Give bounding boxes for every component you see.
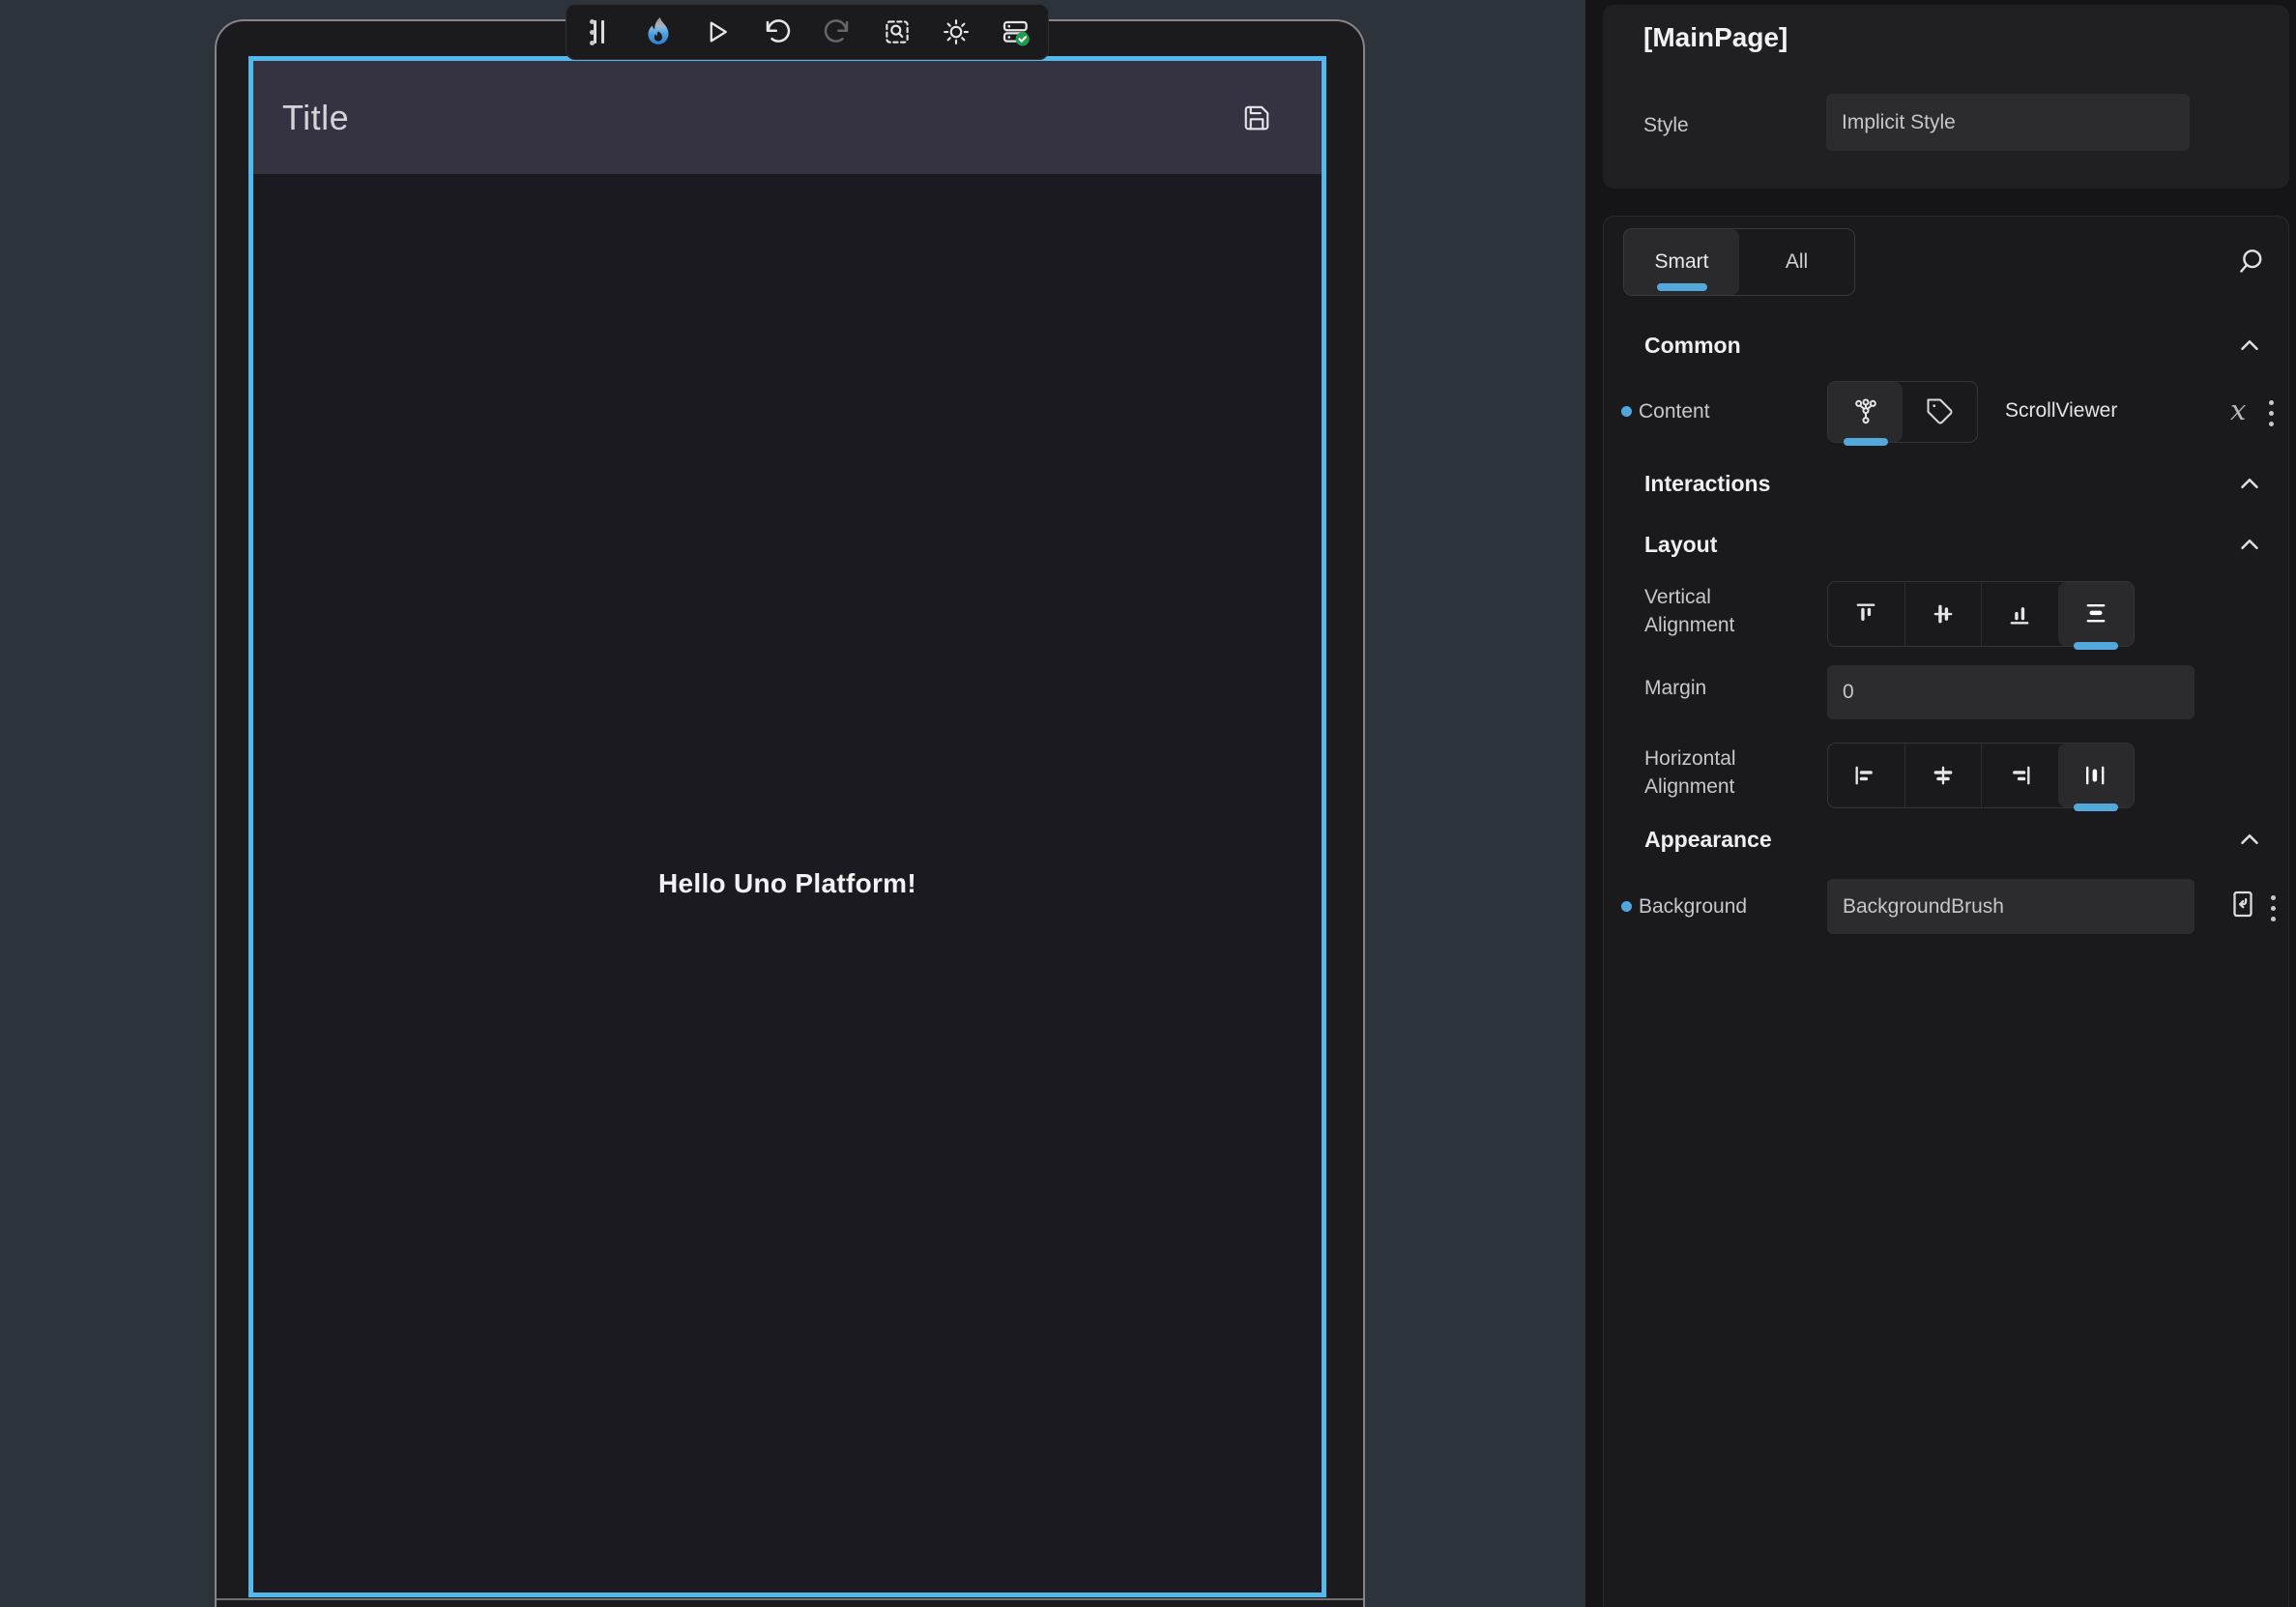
selected-element-card: [MainPage] Style [1603,5,2289,189]
chevron-up-icon [2235,825,2264,854]
vertical-align-top-button[interactable] [1828,582,1904,646]
redo-button[interactable] [821,13,854,51]
horizontal-align-stretch-button[interactable] [2058,744,2135,807]
xaml-markup-icon[interactable]: x [2230,394,2246,426]
play-icon [703,17,732,46]
background-modified-dot [1621,901,1632,912]
section-appearance-title: Appearance [1644,827,1772,853]
theme-toggle-icon [942,17,971,46]
inspect-element-icon [883,17,912,46]
app-titlebar[interactable]: Title [253,61,1322,174]
play-button[interactable] [701,13,734,51]
content-tag-toggle[interactable] [1903,382,1977,442]
hot-design-flame-icon [645,15,672,48]
undo-icon [763,17,792,46]
selected-toggle-indicator [2074,804,2118,811]
vertical-alignment-toggle [1827,581,2135,647]
horizontal-alignment-label: Horizontal Alignment [1644,745,1772,801]
align-left-icon [1851,761,1880,790]
selected-element-name: [MainPage] [1643,22,1787,53]
align-vcenter-icon [1929,599,1958,628]
align-hcenter-icon [1929,761,1958,790]
chevron-up-icon [2235,469,2264,498]
align-top-icon [1851,599,1880,628]
align-right-icon [2005,761,2034,790]
save-button[interactable] [1242,103,1271,132]
chevron-up-icon [2235,530,2264,559]
background-resource-button[interactable] [2226,888,2259,925]
hello-textblock[interactable]: Hello Uno Platform! [658,868,916,899]
background-more-options-button[interactable] [2271,895,2276,921]
margin-input[interactable] [1827,665,2194,719]
connection-status-button[interactable] [1000,13,1032,51]
theme-toggle-button[interactable] [940,13,973,51]
section-interactions-title: Interactions [1644,471,1770,497]
align-bottom-icon [2005,599,2034,628]
content-mode-toggle [1827,381,1978,443]
widget-tree-icon [1850,396,1881,427]
redo-icon [823,17,852,46]
search-icon [2233,245,2268,279]
inspect-element-button[interactable] [881,13,914,51]
hot-design-flame-button[interactable] [642,13,675,51]
vertical-align-bottom-button[interactable] [1981,582,2058,646]
tab-all[interactable]: All [1739,229,1854,295]
background-input[interactable] [1827,879,2194,934]
chevron-up-icon [2235,331,2264,360]
more-options-button[interactable] [582,13,601,51]
frame-bottom-edge [217,1598,1363,1600]
content-widget-tree-toggle[interactable] [1828,382,1903,442]
horizontal-alignment-toggle [1827,743,2135,808]
section-layout-collapse-button[interactable] [2232,530,2267,559]
inspector-panel: [MainPage] Style Smart All [1585,0,2296,1607]
section-interactions-collapse-button[interactable] [2232,469,2267,498]
vertical-align-stretch-button[interactable] [2058,582,2135,646]
undo-button[interactable] [761,13,794,51]
content-value[interactable]: ScrollViewer [2005,399,2117,423]
selected-toggle-indicator [2074,642,2118,650]
content-modified-dot [1621,406,1632,417]
horizontal-align-center-button[interactable] [1904,744,1982,807]
tag-icon [1926,397,1955,426]
align-hstretch-icon [2081,761,2110,790]
app-title: Title [282,98,349,138]
horizontal-align-right-button[interactable] [1981,744,2058,807]
section-common-collapse-button[interactable] [2232,331,2267,360]
style-label: Style [1643,114,1689,137]
tab-smart[interactable]: Smart [1624,229,1739,295]
selected-toggle-indicator [1844,438,1888,446]
section-layout-title: Layout [1644,532,1717,558]
section-appearance-collapse-button[interactable] [2232,825,2267,854]
content-more-options-button[interactable] [2269,400,2274,426]
margin-label: Margin [1644,677,1706,700]
resource-document-icon [2226,888,2259,920]
app-page-content[interactable]: Hello Uno Platform! [253,174,1322,1592]
hot-design-workspace: Title Hello Uno Platform! [0,0,2296,1607]
background-label: Background [1639,895,1747,919]
content-label: Content [1639,400,1710,424]
save-icon [1242,103,1271,132]
align-vstretch-icon [2081,599,2110,628]
search-properties-button[interactable] [2230,242,2271,282]
hot-design-toolbar [566,4,1049,60]
properties-tabstrip: Smart All [1623,228,1855,296]
section-common-title: Common [1644,333,1741,359]
properties-card: Smart All Common Content [1603,216,2289,1607]
selected-page-outline[interactable]: Title Hello Uno Platform! [248,56,1326,1597]
style-input[interactable] [1826,94,2190,151]
vertical-align-center-button[interactable] [1904,582,1982,646]
connection-status-icon [1001,16,1032,47]
device-frame: Title Hello Uno Platform! [215,19,1365,1607]
vertical-alignment-label: Vertical Alignment [1644,583,1772,639]
selected-tab-indicator [1657,283,1707,291]
horizontal-align-left-button[interactable] [1828,744,1904,807]
